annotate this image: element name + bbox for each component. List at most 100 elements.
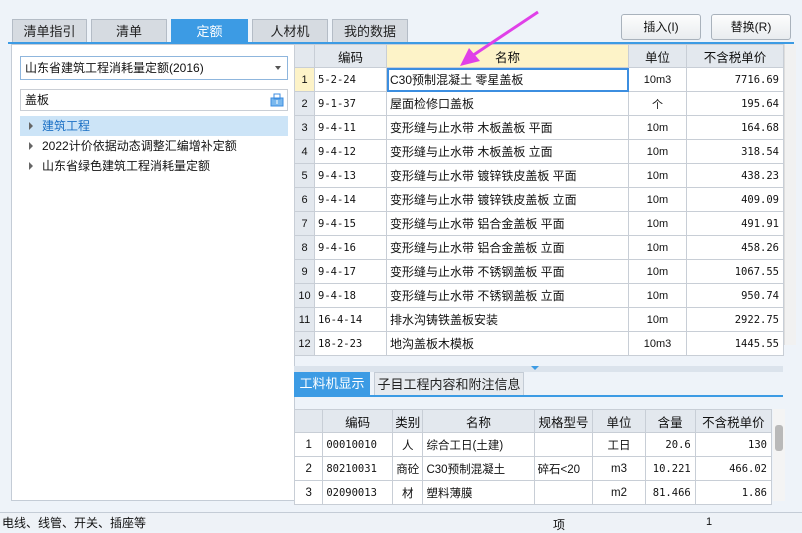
header-code[interactable]: 编码 bbox=[314, 44, 387, 68]
scrollbar-thumb[interactable] bbox=[775, 425, 783, 451]
cell-name[interactable]: 屋面检修口盖板 bbox=[386, 91, 629, 116]
cell-unit[interactable]: m2 bbox=[592, 480, 646, 505]
collapse-arrow-icon[interactable] bbox=[531, 366, 539, 370]
expand-arrow-icon[interactable] bbox=[29, 142, 33, 150]
cell-unit[interactable]: 个 bbox=[628, 91, 687, 116]
cell-code[interactable]: 00010010 bbox=[322, 432, 393, 457]
cell-price[interactable]: 7716.69 bbox=[686, 67, 784, 92]
cell-code[interactable]: 80210031 bbox=[322, 456, 393, 481]
cell-name[interactable]: 变形缝与止水带 不锈钢盖板 平面 bbox=[386, 259, 629, 284]
cell-unit[interactable]: 10m bbox=[628, 259, 687, 284]
cell-code[interactable]: 9-4-12 bbox=[314, 139, 387, 164]
cell-unit[interactable]: 10m3 bbox=[628, 331, 687, 356]
cell-code[interactable]: 9-4-13 bbox=[314, 163, 387, 188]
cell-name[interactable]: C30预制混凝土 bbox=[422, 456, 535, 481]
cell-type[interactable]: 人 bbox=[391, 432, 424, 457]
cell-code[interactable]: 9-4-17 bbox=[314, 259, 387, 284]
cell-unit[interactable]: m3 bbox=[592, 456, 646, 481]
cell-code[interactable]: 9-4-18 bbox=[314, 283, 387, 308]
header-name[interactable]: 名称 bbox=[422, 409, 535, 433]
header-spec[interactable]: 规格型号 bbox=[533, 409, 594, 433]
cell-name[interactable]: 变形缝与止水带 木板盖板 平面 bbox=[386, 115, 629, 140]
cell-name[interactable]: 变形缝与止水带 不锈钢盖板 立面 bbox=[386, 283, 629, 308]
table-row[interactable]: 2 80210031 商砼 C30预制混凝土 碎石<20 m3 10.221 466.02 bbox=[293, 456, 773, 481]
table-row[interactable]: 11 16-4-14 排水沟铸铁盖板安装 10m 2922.75 bbox=[294, 307, 784, 332]
table-row[interactable]: 7 9-4-15 变形缝与止水带 铝合金盖板 平面 10m 491.91 bbox=[294, 211, 784, 236]
table-row[interactable]: 8 9-4-16 变形缝与止水带 铝合金盖板 立面 10m 458.26 bbox=[294, 235, 784, 260]
cell-price[interactable]: 130 bbox=[694, 432, 773, 457]
insert-button[interactable]: 插入(I) bbox=[621, 14, 701, 40]
header-price[interactable]: 不含税单价 bbox=[686, 44, 784, 68]
tab-my-data[interactable]: 我的数据 bbox=[332, 19, 408, 43]
cell-spec[interactable] bbox=[533, 432, 594, 457]
material-table-scrollbar[interactable] bbox=[773, 409, 785, 501]
cell-price[interactable]: 1445.55 bbox=[686, 331, 784, 356]
replace-button[interactable]: 替换(R) bbox=[711, 14, 791, 40]
search-filter-icon[interactable] bbox=[270, 93, 284, 107]
table-row[interactable]: 12 18-2-23 地沟盖板木模板 10m3 1445.55 bbox=[294, 331, 784, 356]
cell-unit[interactable]: 10m bbox=[628, 235, 687, 260]
cell-code[interactable]: 9-4-14 bbox=[314, 187, 387, 212]
cell-price[interactable]: 318.54 bbox=[686, 139, 784, 164]
cell-qty[interactable]: 10.221 bbox=[644, 456, 696, 481]
cell-unit[interactable]: 10m bbox=[628, 163, 687, 188]
expand-arrow-icon[interactable] bbox=[29, 162, 33, 170]
table-row[interactable]: 4 9-4-12 变形缝与止水带 木板盖板 立面 10m 318.54 bbox=[294, 139, 784, 164]
table-row[interactable]: 9 9-4-17 变形缝与止水带 不锈钢盖板 平面 10m 1067.55 bbox=[294, 259, 784, 284]
tree-item-2022-supplement[interactable]: 2022计价依据动态调整汇编增补定额 bbox=[20, 136, 288, 156]
cell-price[interactable]: 1.86 bbox=[694, 480, 773, 505]
table-row[interactable]: 3 02090013 材塑料薄膜 m2 81.466 1.86 bbox=[293, 480, 773, 505]
cell-code[interactable]: 9-4-11 bbox=[314, 115, 387, 140]
table-row[interactable]: 2 9-1-37 屋面检修口盖板个 195.64 bbox=[294, 91, 784, 116]
cell-name[interactable]: 变形缝与止水带 镀锌铁皮盖板 平面 bbox=[386, 163, 629, 188]
cell-spec[interactable] bbox=[533, 480, 594, 505]
cell-name[interactable]: 变形缝与止水带 镀锌铁皮盖板 立面 bbox=[386, 187, 629, 212]
table-row[interactable]: 10 9-4-18 变形缝与止水带 不锈钢盖板 立面 10m 950.74 bbox=[294, 283, 784, 308]
cell-code[interactable]: 9-4-16 bbox=[314, 235, 387, 260]
cell-type[interactable]: 商砼 bbox=[391, 456, 424, 481]
cell-qty[interactable]: 81.466 bbox=[644, 480, 696, 505]
table-row[interactable]: 1 00010010 人综合工日(土建) 工日 20.6 130 bbox=[293, 432, 773, 457]
cell-unit[interactable]: 10m3 bbox=[628, 67, 687, 92]
cell-unit[interactable]: 10m bbox=[628, 187, 687, 212]
cell-code[interactable]: 18-2-23 bbox=[314, 331, 387, 356]
cell-price[interactable]: 195.64 bbox=[686, 91, 784, 116]
cell-name[interactable]: C30预制混凝土 零星盖板 bbox=[386, 67, 629, 92]
cell-unit[interactable]: 10m bbox=[628, 283, 687, 308]
cell-price[interactable]: 491.91 bbox=[686, 211, 784, 236]
tab-sub-content-notes[interactable]: 子目工程内容和附注信息 bbox=[374, 372, 524, 396]
expand-arrow-icon[interactable] bbox=[29, 122, 33, 130]
header-qty[interactable]: 含量 bbox=[644, 409, 696, 433]
header-type[interactable]: 类别 bbox=[391, 409, 424, 433]
cell-price[interactable]: 458.26 bbox=[686, 235, 784, 260]
table-row[interactable]: 5 9-4-13 变形缝与止水带 镀锌铁皮盖板 平面 10m 438.23 bbox=[294, 163, 784, 188]
cell-unit[interactable]: 10m bbox=[628, 307, 687, 332]
table-row[interactable]: 3 9-4-11 变形缝与止水带 木板盖板 平面 10m 164.68 bbox=[294, 115, 784, 140]
table-scrollbar[interactable] bbox=[784, 44, 796, 345]
header-unit[interactable]: 单位 bbox=[592, 409, 646, 433]
cell-price[interactable]: 1067.55 bbox=[686, 259, 784, 284]
cell-name[interactable]: 地沟盖板木模板 bbox=[386, 331, 629, 356]
search-input[interactable]: 盖板 bbox=[20, 89, 288, 111]
cell-code[interactable]: 9-1-37 bbox=[314, 91, 387, 116]
cell-name[interactable]: 变形缝与止水带 铝合金盖板 立面 bbox=[386, 235, 629, 260]
cell-price[interactable]: 438.23 bbox=[686, 163, 784, 188]
cell-unit[interactable]: 10m bbox=[628, 115, 687, 140]
cell-price[interactable]: 950.74 bbox=[686, 283, 784, 308]
cell-type[interactable]: 材 bbox=[391, 480, 424, 505]
cell-price[interactable]: 466.02 bbox=[694, 456, 773, 481]
cell-name[interactable]: 排水沟铸铁盖板安装 bbox=[386, 307, 629, 332]
tab-material-display[interactable]: 工料机显示 bbox=[294, 372, 370, 396]
cell-unit[interactable]: 10m bbox=[628, 211, 687, 236]
header-code[interactable]: 编码 bbox=[322, 409, 393, 433]
cell-price[interactable]: 409.09 bbox=[686, 187, 784, 212]
tree-item-construction[interactable]: 建筑工程 bbox=[20, 116, 288, 136]
header-price[interactable]: 不含税单价 bbox=[694, 409, 773, 433]
tree-item-green-building[interactable]: 山东省绿色建筑工程消耗量定额 bbox=[20, 156, 288, 176]
header-unit[interactable]: 单位 bbox=[628, 44, 687, 68]
table-row[interactable]: 1 5-2-24 C30预制混凝土 零星盖板 10m3 7716.69 bbox=[294, 67, 784, 92]
tab-labor-material-machine[interactable]: 人材机 bbox=[252, 19, 328, 43]
cell-name[interactable]: 塑料薄膜 bbox=[422, 480, 535, 505]
cell-code[interactable]: 16-4-14 bbox=[314, 307, 387, 332]
cell-price[interactable]: 164.68 bbox=[686, 115, 784, 140]
